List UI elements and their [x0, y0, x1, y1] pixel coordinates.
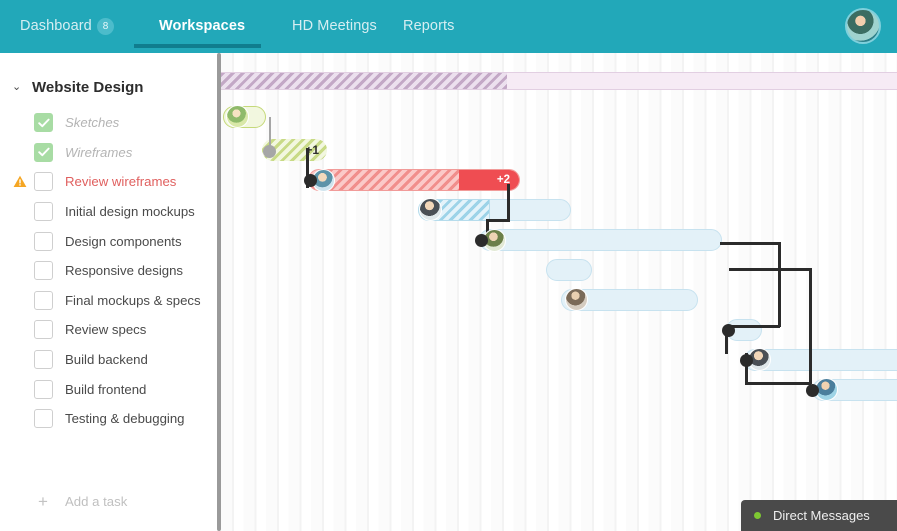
task-row[interactable]: Build backend	[0, 345, 218, 375]
dependency-connector	[745, 382, 811, 385]
task-row[interactable]: Build frontend	[0, 374, 218, 404]
plus-icon: +	[38, 491, 48, 511]
task-label[interactable]: Build frontend	[65, 382, 146, 397]
gantt-bar-review-wireframes[interactable]: +2	[308, 169, 520, 191]
project-summary-bar[interactable]	[221, 72, 897, 90]
checkbox-unchecked[interactable]	[34, 202, 53, 222]
task-row[interactable]: Review wireframes	[0, 167, 218, 197]
task-label[interactable]: Testing & debugging	[65, 411, 185, 426]
checkbox-unchecked[interactable]	[34, 261, 53, 281]
add-task-label: Add a task	[65, 493, 128, 509]
dependency-connector	[720, 242, 780, 245]
direct-messages-label: Direct Messages	[773, 508, 870, 523]
dependency-connector	[729, 268, 811, 271]
assignee-avatar[interactable]	[565, 288, 588, 311]
task-label[interactable]: Build backend	[65, 352, 148, 367]
project-group-header[interactable]: ⌄ Website Design	[0, 73, 218, 101]
dependency-endpoint[interactable]	[475, 234, 488, 247]
checkbox-unchecked[interactable]	[34, 409, 53, 429]
active-tab-indicator	[134, 44, 261, 48]
dependency-connector	[809, 268, 812, 326]
gantt-bar-design-components[interactable]	[479, 229, 722, 251]
task-row[interactable]: Responsive designs	[0, 256, 218, 286]
page-title: Website Design	[32, 78, 144, 96]
task-label[interactable]: Review specs	[65, 322, 146, 337]
task-label[interactable]: Responsive designs	[65, 263, 183, 278]
assignee-avatar[interactable]	[419, 198, 442, 221]
add-task-button[interactable]: + Add a task	[0, 487, 218, 515]
task-label[interactable]: Sketches	[65, 115, 119, 130]
task-row[interactable]: Final mockups & specs	[0, 286, 218, 316]
task-label[interactable]: Initial design mockups	[65, 204, 195, 219]
task-label[interactable]: Final mockups & specs	[65, 293, 201, 308]
task-row[interactable]: Wireframes	[0, 138, 218, 168]
checkbox-unchecked[interactable]	[34, 231, 53, 251]
warning-icon[interactable]	[13, 175, 27, 188]
nav-item-reports[interactable]: Reports	[403, 18, 454, 34]
dependency-endpoint[interactable]	[722, 324, 735, 337]
task-list-sidebar: ⌄ Website Design Sketches Wireframes Revie…	[0, 53, 218, 531]
nav-item-workspaces[interactable]: Workspaces	[159, 18, 245, 34]
dependency-connector	[507, 184, 510, 221]
nav-item-dashboard[interactable]: Dashboard	[20, 18, 92, 34]
gantt-bar-responsive-designs[interactable]	[546, 259, 592, 281]
checkbox-unchecked[interactable]	[34, 379, 53, 399]
dashboard-count-badge: 8	[97, 18, 114, 35]
task-row[interactable]: Sketches	[0, 108, 218, 138]
assignee-avatar[interactable]	[226, 105, 249, 128]
task-label[interactable]: Design components	[65, 234, 182, 249]
dependency-connector	[778, 242, 781, 327]
checkbox-unchecked[interactable]	[34, 290, 53, 310]
task-label[interactable]: Review wireframes	[65, 174, 176, 189]
extra-assignees-badge: +1	[305, 139, 327, 161]
nav-item-hd-meetings[interactable]: HD Meetings	[292, 18, 377, 34]
dependency-endpoint[interactable]	[740, 354, 753, 367]
chevron-down-icon[interactable]: ⌄	[12, 81, 26, 93]
task-row[interactable]: Initial design mockups	[0, 197, 218, 227]
checkbox-checked[interactable]	[34, 142, 53, 162]
dependency-connector	[486, 219, 510, 222]
dependency-endpoint[interactable]	[304, 174, 317, 187]
checkbox-unchecked[interactable]	[34, 172, 53, 192]
task-row[interactable]: Design components	[0, 226, 218, 256]
checkbox-unchecked[interactable]	[34, 320, 53, 340]
gantt-chart-area: +1 +2	[221, 53, 897, 531]
task-label[interactable]: Wireframes	[65, 145, 132, 160]
checkbox-unchecked[interactable]	[34, 350, 53, 370]
user-avatar[interactable]	[845, 8, 881, 44]
checkbox-checked[interactable]	[34, 113, 53, 133]
top-navigation-bar: Dashboard 8 Workspaces HD Meetings Repor…	[0, 0, 897, 53]
task-row[interactable]: Testing & debugging	[0, 404, 218, 434]
online-status-icon	[754, 512, 761, 519]
gantt-gridlines	[221, 53, 897, 531]
gantt-bar-overdue-segment: +2	[459, 170, 519, 190]
dependency-connector	[809, 324, 812, 384]
project-summary-progress	[221, 73, 507, 89]
dependency-endpoint[interactable]	[263, 145, 276, 158]
task-row[interactable]: Review specs	[0, 315, 218, 345]
dependency-endpoint[interactable]	[806, 384, 819, 397]
direct-messages-panel[interactable]: Direct Messages	[741, 500, 897, 531]
